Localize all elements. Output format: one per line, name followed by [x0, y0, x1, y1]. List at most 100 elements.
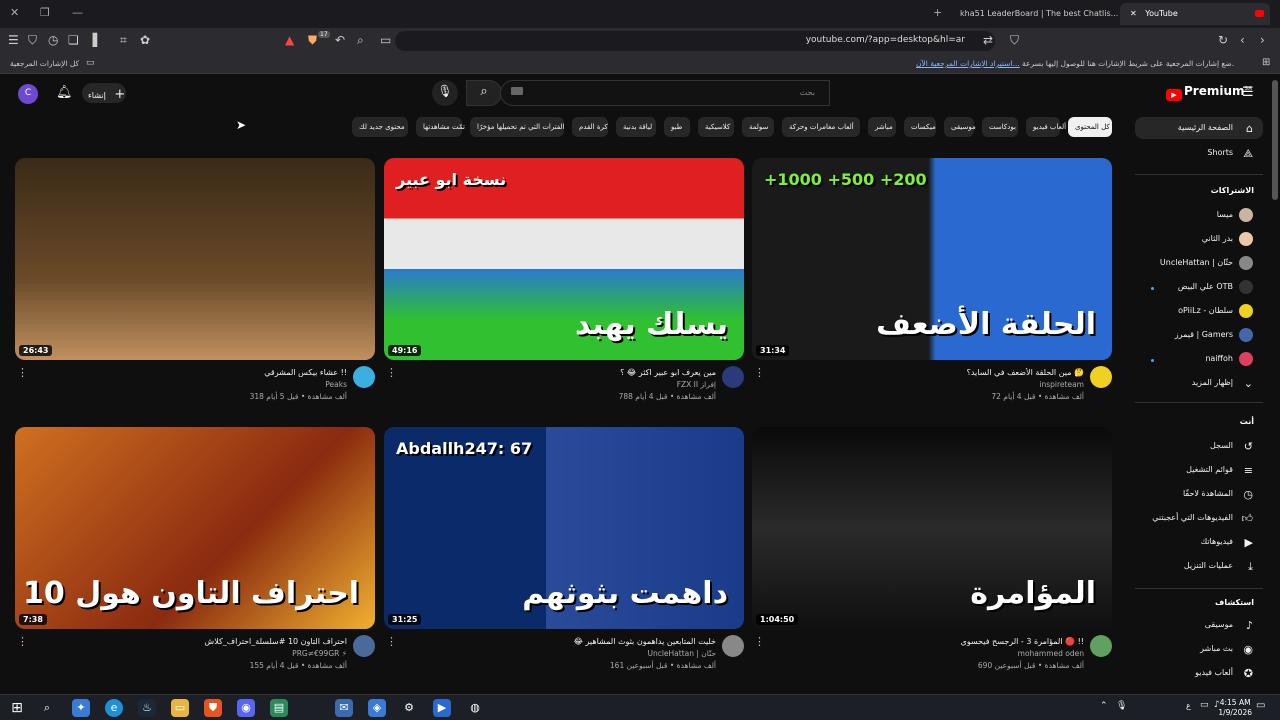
sidebar-item[interactable]: قيمرز | Gamers [1135, 324, 1263, 346]
steam-icon[interactable]: ♨ [138, 699, 156, 717]
more-actions-icon[interactable]: ⋮ [754, 366, 765, 379]
sidebar-item[interactable]: الفيديوهات التي أعجبتني 👍︎ [1135, 507, 1263, 529]
video-thumbnail[interactable]: 26:43 [15, 158, 375, 360]
menu-icon[interactable]: ☰ [8, 33, 19, 47]
close-window-icon[interactable]: ✕ [10, 6, 19, 19]
bookmark-icon[interactable]: ⛉ [1010, 33, 1019, 48]
store-icon[interactable]: ▤ [270, 699, 288, 717]
channel-name[interactable]: PRG≠€99GR ⚡ [27, 649, 347, 658]
more-actions-icon[interactable]: ⋮ [17, 366, 28, 379]
more-actions-icon[interactable]: ⋮ [17, 635, 28, 648]
keyboard-icon[interactable] [511, 87, 523, 95]
app-icon[interactable]: ◈ [368, 699, 386, 717]
channel-name[interactable]: UncleHattan | حتّان [396, 649, 716, 658]
chip[interactable]: موسيقى [944, 117, 976, 137]
edge-icon[interactable]: e [105, 699, 123, 717]
channel-avatar[interactable] [1090, 366, 1112, 388]
sidebar-item[interactable]: قوائم التشغيل ≡ [1135, 459, 1263, 481]
more-actions-icon[interactable]: ⋮ [386, 366, 397, 379]
app-icon[interactable]: ▶ [433, 699, 451, 717]
sidebar-toggle-icon[interactable]: ▐ [88, 33, 97, 47]
channel-avatar[interactable] [722, 366, 744, 388]
chip[interactable]: مباشر [868, 117, 896, 137]
channel-name[interactable]: mohammed oden [764, 649, 1084, 658]
more-actions-icon[interactable]: ⋮ [386, 635, 397, 648]
channel-avatar[interactable] [722, 635, 744, 657]
reload-icon[interactable]: ↻ [1218, 33, 1228, 47]
search-icon[interactable]: ⌕ [357, 33, 364, 48]
sidebar-item[interactable]: موسيقى ♪ [1135, 614, 1263, 636]
sidebar-section-header[interactable]: استكشاف [1215, 598, 1254, 607]
screenshot-icon[interactable]: ⌗ [120, 33, 127, 48]
channel-avatar[interactable] [353, 366, 375, 388]
all-bookmarks-label[interactable]: كل الإشارات المرجعية [10, 59, 79, 68]
import-bookmarks-link[interactable]: استيراد الإشارات المرجعية الآن... [916, 59, 1020, 68]
chip[interactable]: الفترات التي تم تحميلها مؤخرًا [470, 117, 564, 137]
network-icon[interactable]: ▭ [1200, 700, 1209, 710]
back-icon[interactable]: ‹ [1240, 33, 1245, 47]
sidebar-item[interactable]: عمليات التنزيل ⤓ [1135, 555, 1263, 577]
tab-youtube[interactable]: ✕ YouTube [1120, 3, 1270, 25]
sidebar-item[interactable]: بدر الثاني [1135, 228, 1263, 250]
search-input[interactable]: بحث [500, 80, 830, 106]
notifications-icon[interactable]: 🔔︎ [56, 85, 73, 100]
chip[interactable]: محتوى جديد لك [352, 117, 408, 137]
notification-center-icon[interactable]: ▭ [1256, 700, 1265, 711]
scrollbar[interactable] [1272, 80, 1278, 200]
sidebar-item[interactable]: ميسا [1135, 204, 1263, 226]
start-icon[interactable]: ⊞ [8, 699, 26, 717]
sidebar-section-header[interactable]: أنت [1240, 417, 1254, 426]
video-title[interactable]: عشاء بيكس المشرقي !! [27, 368, 347, 377]
new-tab-icon[interactable]: + [933, 6, 942, 19]
sidebar-item[interactable]: فيديوهاتك ▶ [1135, 531, 1263, 553]
channel-name[interactable]: inspireteam [764, 380, 1084, 389]
video-title[interactable]: المؤامرة 3 - الرجسح فيحسوي 🔴 !! [764, 637, 1084, 646]
undo-icon[interactable]: ↶ [335, 33, 345, 47]
video-thumbnail[interactable]: الحلقة الأضعف +1000 +500 +200 31:34 [752, 158, 1112, 360]
sidebar-item[interactable]: المشاهدة لاحقًا ◷ [1135, 483, 1263, 505]
guide-menu-icon[interactable]: ☰ [1242, 85, 1254, 100]
chip[interactable]: كلاسيكية [698, 117, 734, 137]
chip[interactable]: كرة القدم [572, 117, 608, 137]
forward-icon[interactable]: › [1260, 33, 1265, 47]
chip[interactable]: كل المحتوى [1068, 117, 1112, 137]
history-sidebar-icon[interactable]: ◷ [48, 33, 58, 47]
chip[interactable]: تمّت مشاهدتها [416, 117, 465, 137]
chip[interactable]: لياقة بدنية [616, 117, 656, 137]
sidebar-item[interactable]: oPiiLz - سلطان [1135, 300, 1263, 322]
brave-shield-icon[interactable]: ⛊ [308, 33, 317, 48]
tray-chevron-icon[interactable]: ⌃ [1100, 701, 1108, 711]
clock[interactable]: 4:15 AM 1/9/2026 [1218, 698, 1252, 718]
sidebar-item[interactable]: إظهار المزيد ⌄ [1135, 372, 1263, 394]
vpn-icon[interactable]: ⛉ [28, 33, 37, 48]
extensions-icon[interactable]: ✿ [140, 33, 150, 47]
brave-icon[interactable]: ⛊ [204, 699, 222, 717]
file-explorer-icon[interactable]: ▭ [171, 699, 189, 717]
rewards-icon[interactable]: ▲ [285, 33, 294, 47]
chip[interactable]: ألعاب مغامرات وحركة [782, 117, 860, 137]
sidebar-item[interactable]: الصفحة الرئيسية ⌂ [1135, 117, 1263, 139]
video-thumbnail[interactable]: احتراف التاون هول 10 7:38 [15, 427, 375, 629]
more-actions-icon[interactable]: ⋮ [754, 635, 765, 648]
mic-tray-icon[interactable]: 🎙︎ [1116, 701, 1127, 711]
avatar[interactable]: C [18, 84, 38, 104]
search-button[interactable]: ⌕ [466, 80, 502, 106]
url-field[interactable]: youtube.com/?app=desktop&hl=ar [395, 31, 995, 51]
search-icon[interactable]: ⌕ [38, 699, 56, 717]
app-icon[interactable]: ◍ [466, 699, 484, 717]
video-title[interactable]: مين الحلقة الأضعف في السايد؟ 🤔 [764, 368, 1084, 377]
sidebar-item[interactable]: علي البيض OTB [1135, 276, 1263, 298]
chip[interactable]: ميكسات [904, 117, 936, 137]
sidebar-item[interactable]: naiffoh [1135, 348, 1263, 370]
sidebar-section-header[interactable]: الاشتراكات [1211, 186, 1254, 195]
sidebar-item[interactable]: Shorts ⟁ [1135, 142, 1263, 164]
chip[interactable]: ألعاب فيديو [1026, 117, 1066, 137]
copilot-icon[interactable]: ✦ [72, 699, 90, 717]
apps-grid-icon[interactable]: ⊞ [1262, 57, 1270, 68]
tabs-icon[interactable]: ❏ [68, 33, 79, 47]
video-thumbnail[interactable]: المؤامرة 1:04:50 [752, 427, 1112, 629]
video-title[interactable]: احتراف التاون 10 #سلسلة_احتراف_كلاش [27, 637, 347, 646]
restore-window-icon[interactable]: ❐ [40, 6, 50, 19]
video-thumbnail[interactable]: داهمت بثوثهم Abdallh247: 67 31:25 [384, 427, 744, 629]
channel-avatar[interactable] [353, 635, 375, 657]
